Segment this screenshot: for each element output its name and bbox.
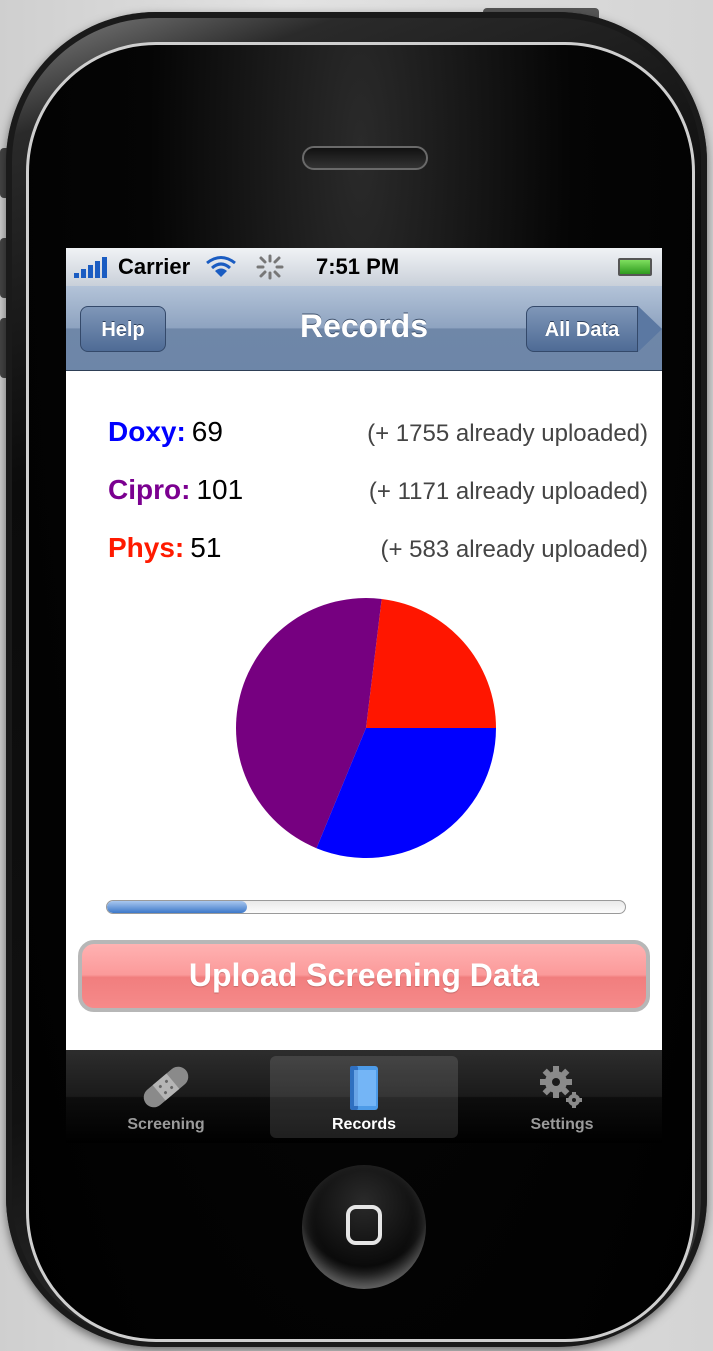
bandage-icon <box>143 1066 189 1108</box>
tab-records[interactable]: Records <box>270 1056 458 1138</box>
navigation-bar: Help Records All Data <box>66 286 662 371</box>
record-row-doxy: Doxy: 69 <box>108 416 223 448</box>
tab-label: Records <box>331 1116 397 1133</box>
tab-screening[interactable]: Screening <box>72 1056 260 1138</box>
records-pie-chart <box>235 598 496 858</box>
record-count: 69 <box>191 416 223 447</box>
uploaded-note: (+ 1171 already uploaded) <box>368 478 648 505</box>
gears-icon <box>540 1066 582 1108</box>
signal-strength-icon <box>74 257 107 278</box>
uploaded-note: (+ 1755 already uploaded) <box>367 420 648 447</box>
home-square-icon <box>346 1205 382 1245</box>
pie-slice-phys <box>366 598 496 728</box>
drug-label: Doxy: <box>108 416 186 447</box>
battery-icon <box>618 258 652 276</box>
home-button[interactable] <box>302 1165 426 1289</box>
status-time: 7:51 PM <box>316 254 400 279</box>
carrier-name: Carrier <box>118 254 191 279</box>
tab-label: Settings <box>530 1116 594 1133</box>
activity-spinner-icon <box>256 254 284 280</box>
record-row-phys: Phys: 51 <box>108 532 221 564</box>
record-count: 51 <box>190 532 222 563</box>
uploaded-note: (+ 583 already uploaded) <box>380 536 648 563</box>
record-row-cipro: Cipro: 101 <box>108 474 243 506</box>
screen: Carrier 7:51 PM Help Records All Data Do… <box>66 248 662 1143</box>
book-icon <box>350 1066 378 1110</box>
progress-fill <box>107 901 247 913</box>
tab-label: Screening <box>127 1116 205 1133</box>
tab-settings[interactable]: Settings <box>468 1056 656 1138</box>
drug-label: Cipro: <box>108 474 191 505</box>
drug-label: Phys: <box>108 532 185 563</box>
status-bar: Carrier 7:51 PM <box>66 248 662 286</box>
wifi-icon <box>206 256 236 277</box>
upload-progress-bar <box>106 900 626 914</box>
tab-bar: Screening Records Settings <box>66 1050 662 1143</box>
device-frame: Carrier 7:51 PM Help Records All Data Do… <box>0 0 713 1351</box>
all-data-arrow[interactable] <box>638 306 662 352</box>
earpiece-speaker <box>302 146 428 170</box>
record-count: 101 <box>196 474 244 505</box>
upload-screening-data-button[interactable]: Upload Screening Data <box>78 940 650 1012</box>
all-data-button[interactable]: All Data <box>526 306 638 352</box>
